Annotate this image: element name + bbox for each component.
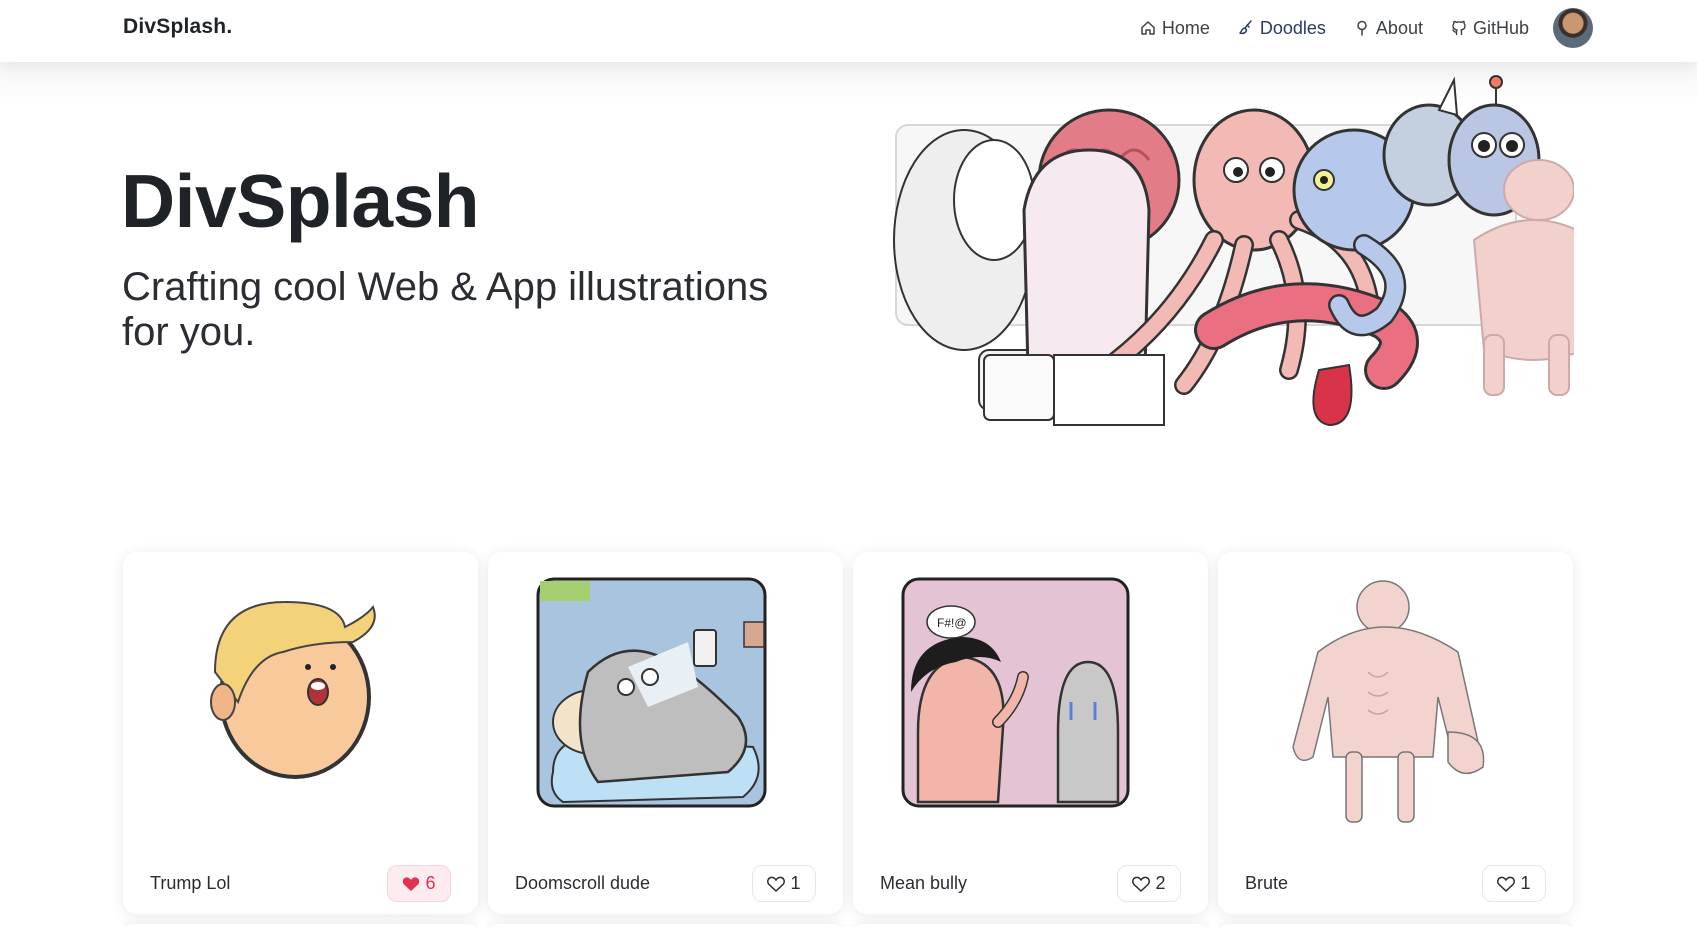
nav-doodles[interactable]: Doodles: [1237, 18, 1326, 39]
nav-home-label: Home: [1161, 17, 1210, 38]
doodle-image-doomscroll: [536, 577, 767, 808]
hero-title: DivSplash: [121, 159, 480, 243]
doodle-card-grid: Trump Lol 6 Doomscroll dude 1 F#!@ Mean …: [123, 552, 1573, 914]
card-title: Mean bully: [880, 873, 968, 893]
home-icon: [1139, 19, 1157, 37]
heart-icon: [1497, 876, 1516, 892]
github-icon: [1450, 19, 1468, 37]
heart-icon: [767, 876, 786, 892]
nav-github[interactable]: GitHub: [1450, 18, 1529, 39]
nav-about-label: About: [1375, 17, 1423, 38]
hero-doodle-collage: [893, 75, 1574, 427]
nav-about[interactable]: About: [1353, 18, 1423, 39]
brand-logo[interactable]: DivSplash.: [123, 15, 232, 39]
main-nav: Home Doodles About GitHub: [1112, 8, 1593, 48]
doodle-image-mean-bully: F#!@: [901, 577, 1130, 808]
card-title: Trump Lol: [150, 873, 231, 893]
doodle-card[interactable]: Doomscroll dude 1: [488, 552, 843, 914]
card-title: Brute: [1245, 873, 1289, 893]
speech-bubble-text: F#!@: [937, 616, 967, 630]
doodle-card[interactable]: Trump Lol 6: [123, 552, 478, 914]
like-button[interactable]: 1: [752, 865, 816, 902]
map-pin-icon: [1353, 19, 1371, 37]
like-count: 1: [790, 873, 801, 893]
like-count: 2: [1155, 873, 1166, 893]
top-navbar: DivSplash. Home Doodles About GitHub: [0, 0, 1697, 62]
doodle-card[interactable]: F#!@ Mean bully 2: [853, 552, 1208, 914]
doodle-image-trump: [210, 600, 376, 779]
like-count: 6: [425, 873, 436, 893]
like-button[interactable]: 1: [1482, 865, 1546, 902]
hero-subtitle: Crafting cool Web & App illustrations fo…: [122, 265, 769, 354]
nav-doodles-label: Doodles: [1259, 17, 1326, 38]
user-avatar[interactable]: [1553, 8, 1593, 48]
hero-section: DivSplash Crafting cool Web & App illust…: [0, 62, 1697, 502]
nav-home[interactable]: Home: [1139, 18, 1210, 39]
doodle-card[interactable]: Brute 1: [1218, 552, 1573, 914]
like-count: 1: [1520, 873, 1531, 893]
like-button[interactable]: 2: [1117, 865, 1181, 902]
like-button[interactable]: 6: [387, 865, 451, 902]
doodle-image-brute: [1292, 580, 1485, 823]
heart-icon: [403, 876, 420, 891]
nav-github-label: GitHub: [1472, 17, 1529, 38]
card-title: Doomscroll dude: [515, 873, 651, 893]
brush-icon: [1237, 19, 1255, 37]
heart-icon: [1132, 876, 1151, 892]
